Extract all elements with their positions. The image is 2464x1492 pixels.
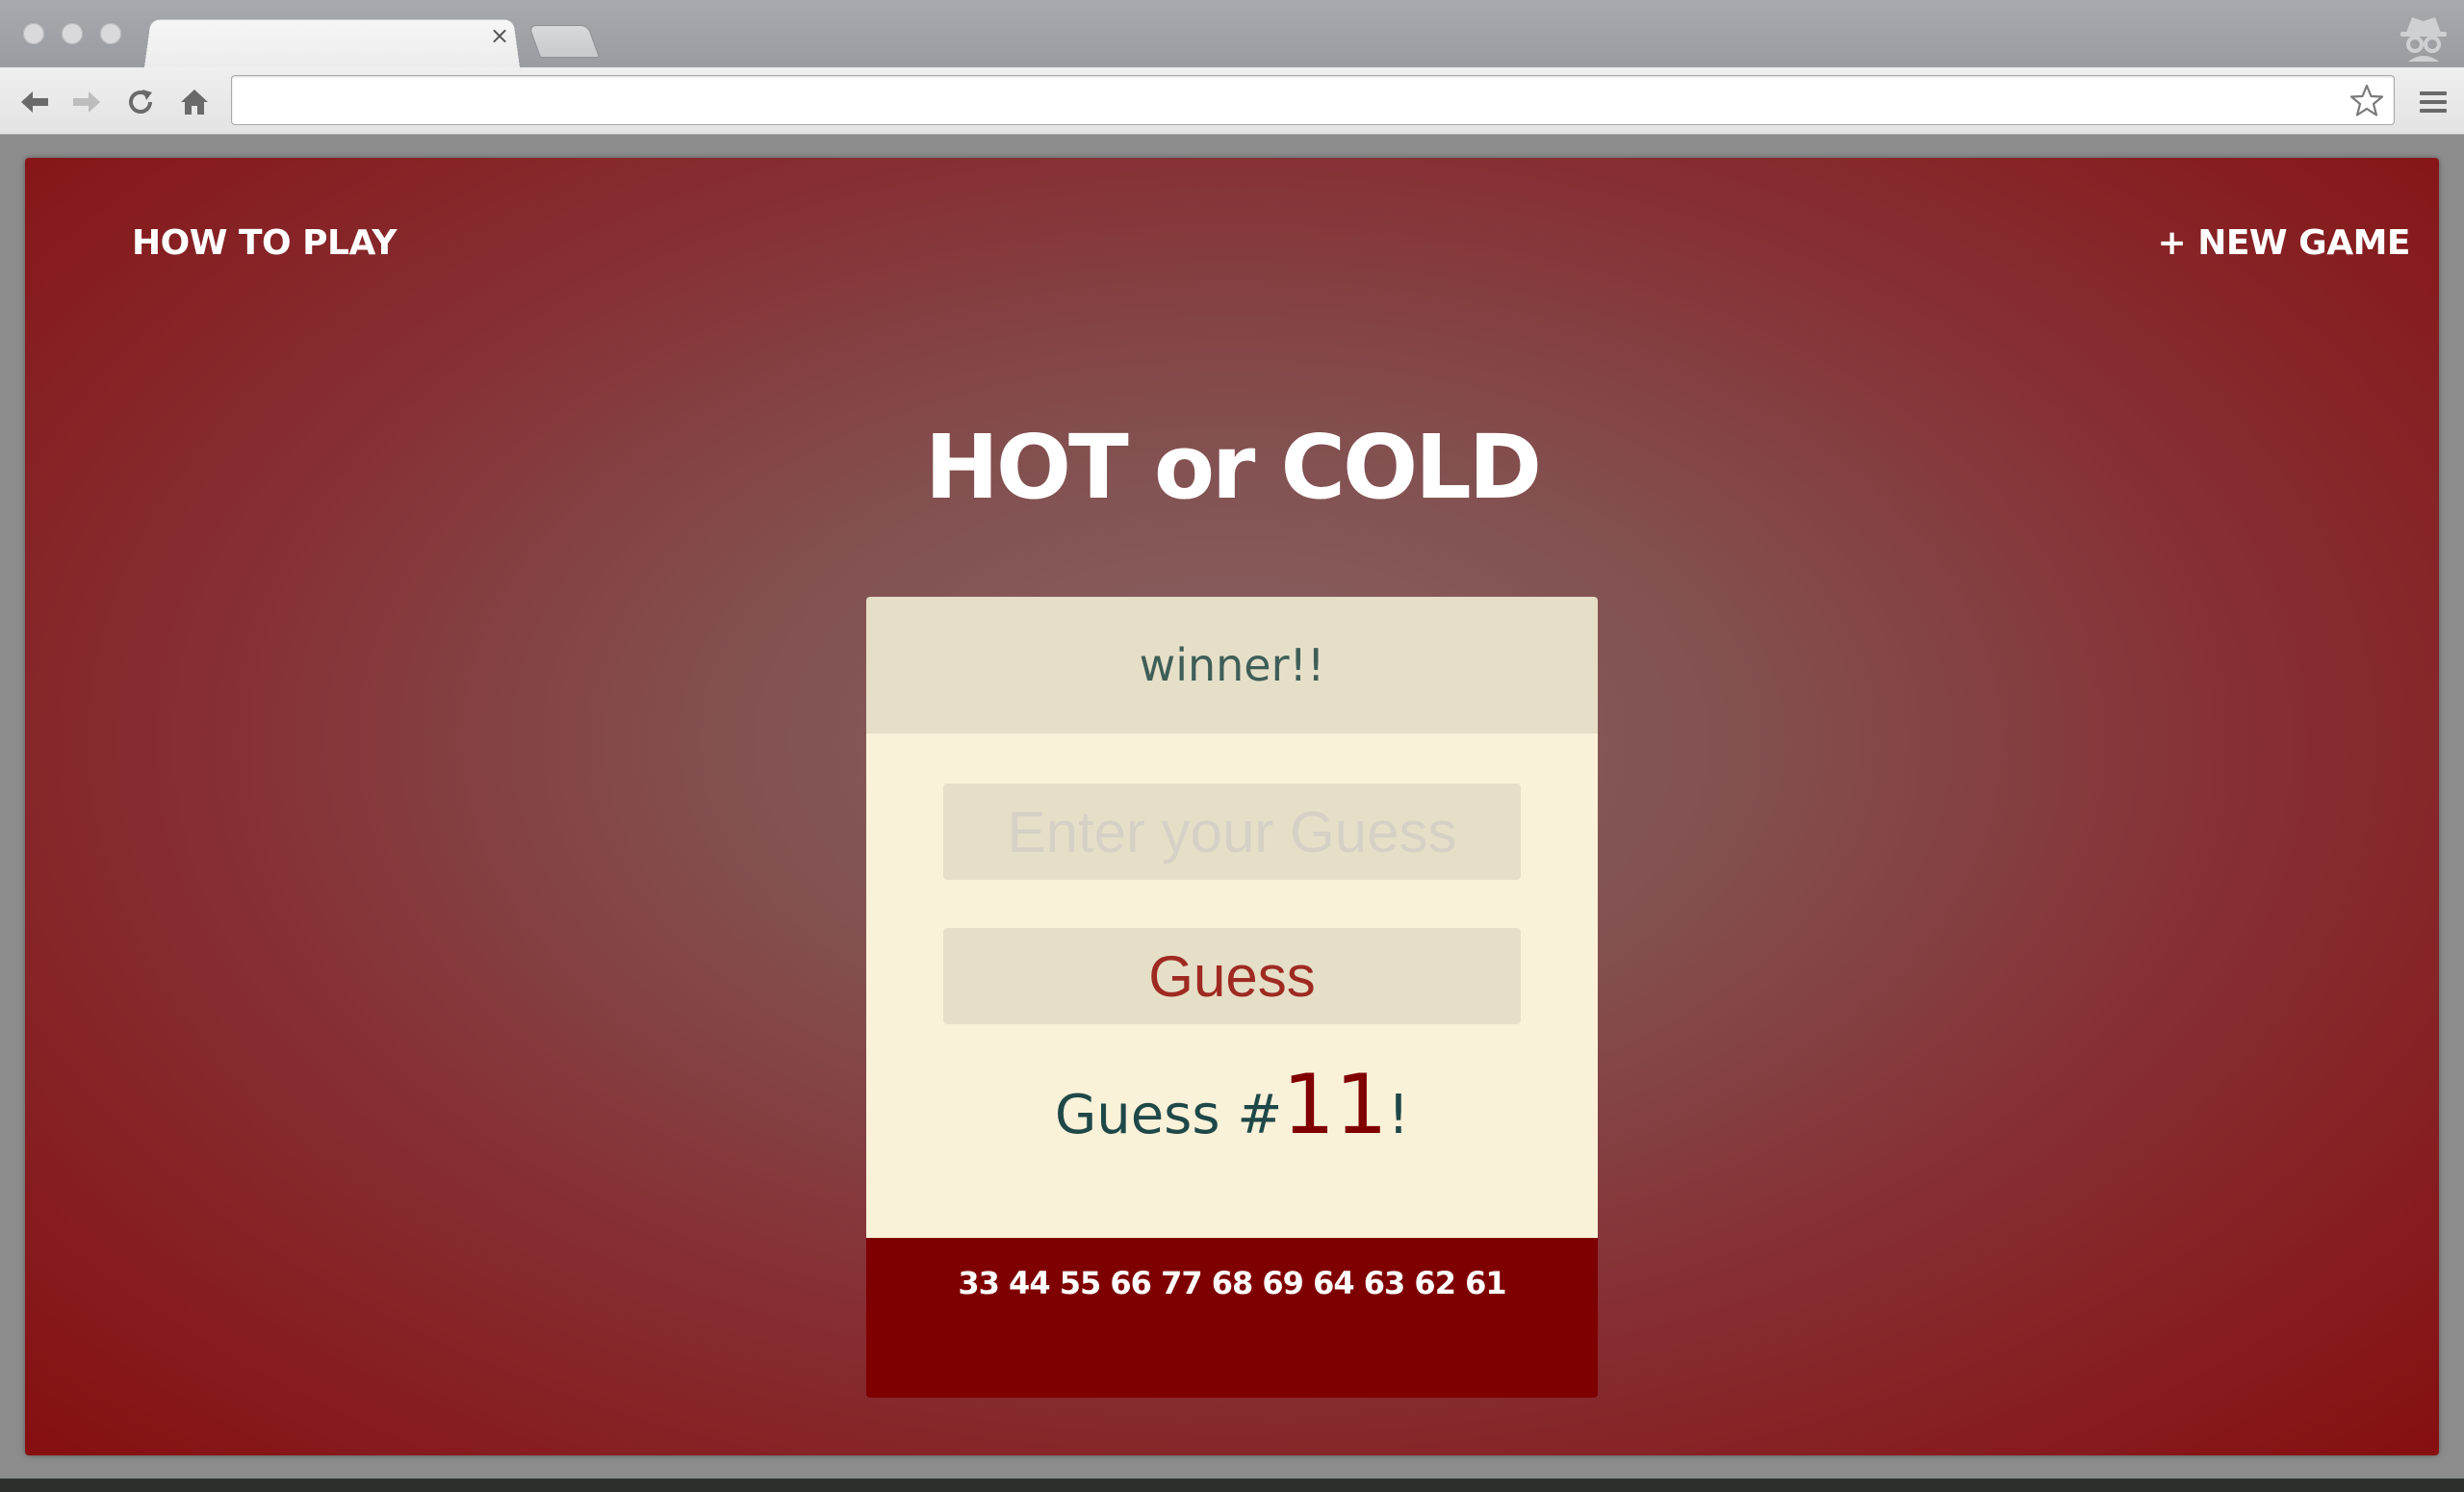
guess-counter: Guess #11! xyxy=(866,1057,1598,1153)
window-minimize-dot[interactable] xyxy=(62,23,83,44)
guess-counter-suffix: ! xyxy=(1387,1084,1410,1146)
browser-menu-button[interactable] xyxy=(2412,81,2454,123)
window-zoom-dot[interactable] xyxy=(100,23,121,44)
guess-input[interactable] xyxy=(943,784,1521,880)
guess-history-list: 33 44 55 66 77 68 69 64 63 62 61 xyxy=(958,1265,1506,1301)
home-button[interactable] xyxy=(173,81,216,123)
guess-counter-prefix: Guess # xyxy=(1054,1084,1283,1146)
reload-icon xyxy=(129,90,152,114)
tab-strip: × xyxy=(0,0,2464,68)
desktop-background-strip xyxy=(0,1479,2464,1492)
browser-tab-active[interactable] xyxy=(144,19,520,68)
guess-button[interactable]: Guess xyxy=(943,928,1521,1024)
back-button[interactable] xyxy=(13,81,56,123)
browser-chrome: × xyxy=(0,0,2464,135)
page-title: HOT or COLD xyxy=(924,416,1542,519)
reload-button[interactable] xyxy=(119,81,162,123)
guess-form: Guess Guess #11! xyxy=(866,733,1598,1238)
back-arrow-icon xyxy=(21,91,48,113)
feedback-panel: winner!! xyxy=(866,597,1598,733)
address-bar[interactable] xyxy=(231,75,2395,125)
home-icon xyxy=(181,90,208,115)
how-to-play-link[interactable]: HOW TO PLAY xyxy=(132,223,397,263)
game-card: winner!! Guess Guess #11! 33 44 55 66 77… xyxy=(866,597,1598,1398)
window-close-dot[interactable] xyxy=(23,23,44,44)
menu-icon xyxy=(2420,91,2447,113)
new-tab-button[interactable] xyxy=(527,25,601,58)
incognito-icon xyxy=(2400,17,2447,62)
bookmark-star-icon[interactable] xyxy=(2348,82,2386,120)
tab-close-icon[interactable]: × xyxy=(487,23,512,48)
feedback-text: winner!! xyxy=(1139,639,1325,691)
forward-arrow-icon xyxy=(73,91,100,113)
guess-counter-value: 11 xyxy=(1282,1057,1388,1153)
browser-toolbar xyxy=(0,67,2464,135)
new-game-link[interactable]: + NEW GAME xyxy=(2158,223,2411,263)
page-viewport: HOW TO PLAY + NEW GAME HOT or COLD winne… xyxy=(25,158,2439,1455)
forward-button[interactable] xyxy=(65,81,108,123)
guess-history: 33 44 55 66 77 68 69 64 63 62 61 xyxy=(866,1238,1598,1398)
